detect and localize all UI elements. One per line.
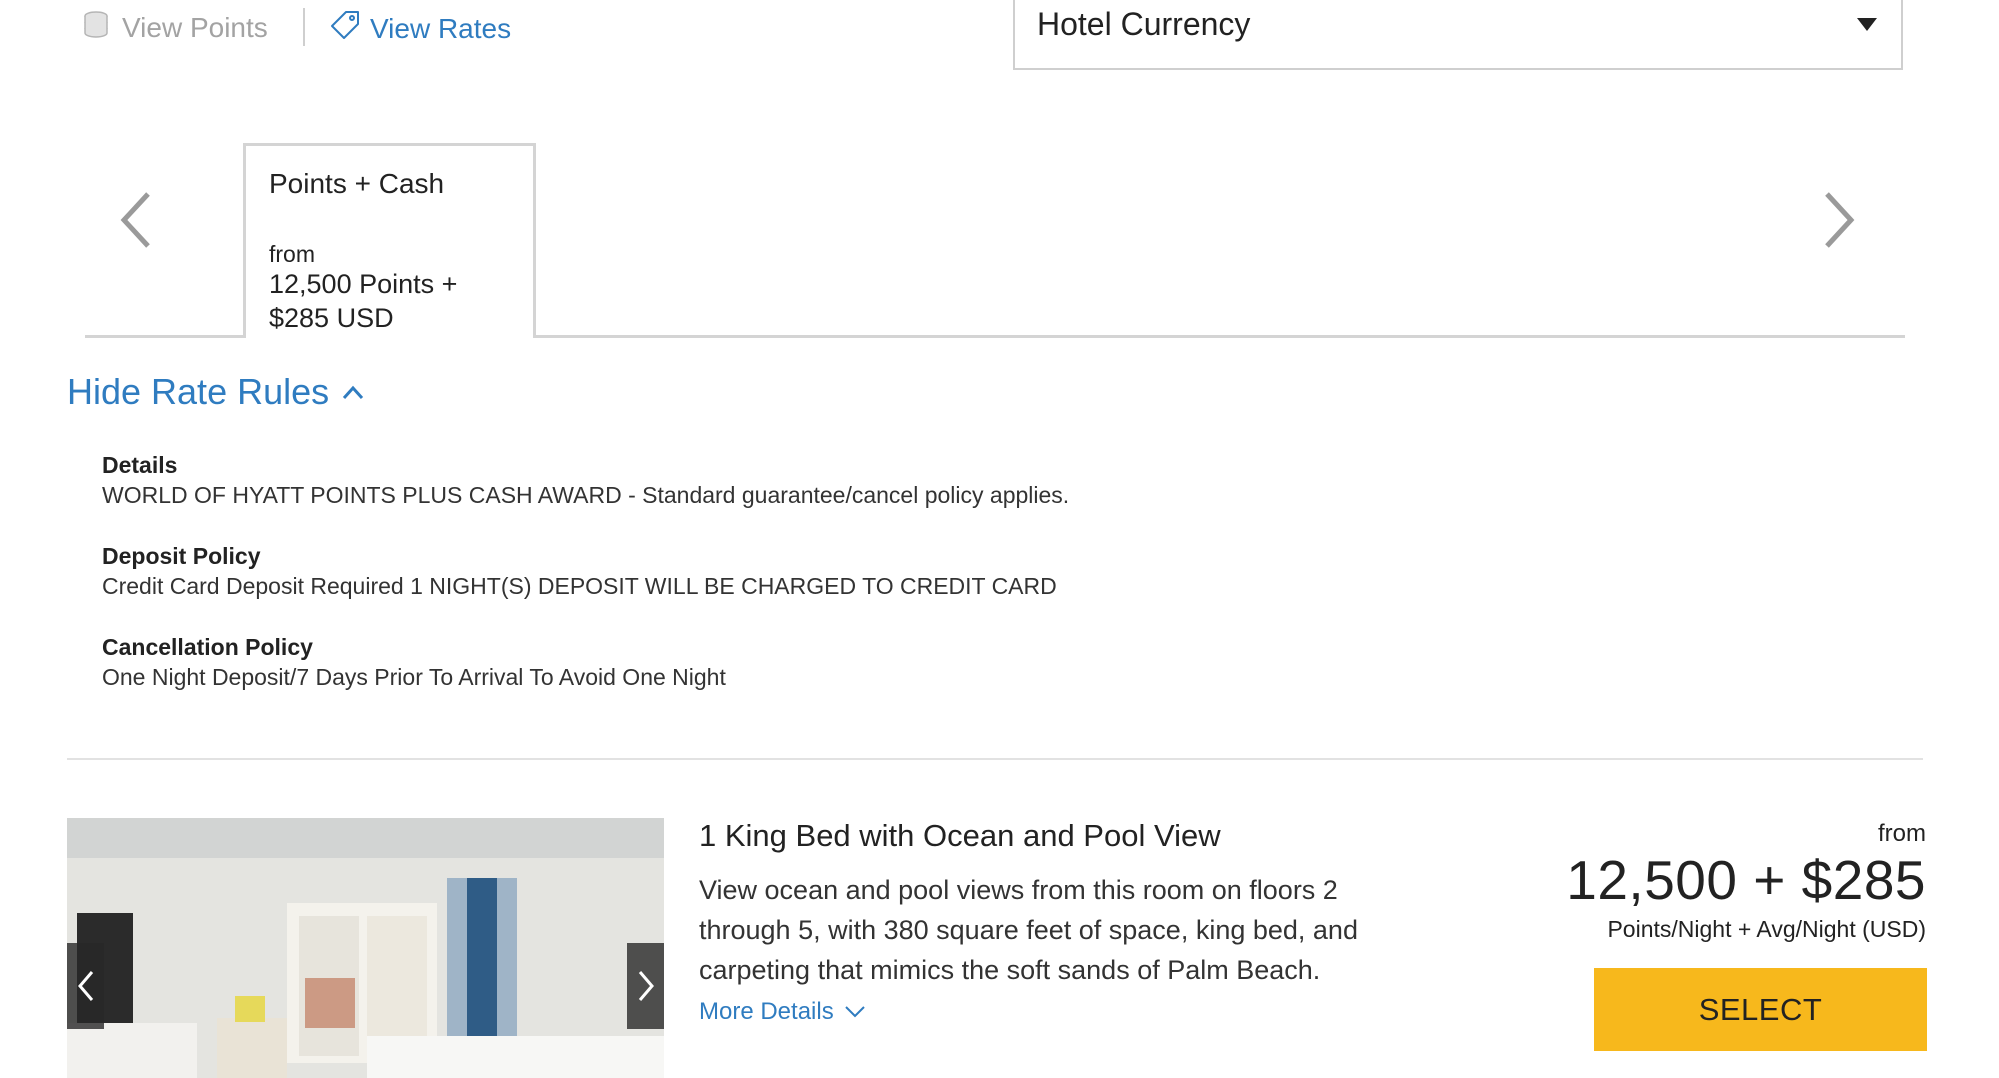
rate-rule-deposit-policy: Deposit Policy Credit Card Deposit Requi…: [102, 543, 1057, 600]
room-price: 12,500 + $285: [1566, 849, 1926, 911]
section-divider: [67, 758, 1923, 760]
rate-tab-title: Points + Cash: [269, 168, 445, 199]
photo-next-button[interactable]: [627, 943, 664, 1029]
hide-rate-rules-label: Hide Rate Rules: [67, 371, 330, 412]
chevron-left-icon: [120, 192, 150, 248]
rate-tab-amount: 12,500 Points + $285 USD: [269, 269, 458, 333]
view-points-label: View Points: [122, 11, 268, 43]
rate-tab-from-label: from: [269, 241, 315, 267]
select-room-button[interactable]: SELECT: [1594, 968, 1927, 1051]
chevron-right-icon: [638, 971, 654, 1001]
caret-down-icon: [1857, 18, 1877, 31]
chevron-up-icon: [343, 385, 364, 400]
rate-rule-text: WORLD OF HYATT POINTS PLUS CASH AWARD - …: [102, 482, 1070, 508]
rate-rule-title: Cancellation Policy: [102, 634, 313, 660]
chevron-down-icon: [845, 1006, 865, 1018]
room-title: 1 King Bed with Ocean and Pool View: [699, 818, 1221, 853]
price-from-label: from: [1878, 820, 1926, 847]
coins-icon: [82, 8, 114, 47]
rate-tabs-prev-button[interactable]: [118, 190, 152, 255]
rate-rule-text: One Night Deposit/7 Days Prior To Arriva…: [102, 664, 726, 690]
photo-prev-button[interactable]: [67, 943, 104, 1029]
rate-rule-title: Details: [102, 452, 178, 478]
rate-rule-details: Details WORLD OF HYATT POINTS PLUS CASH …: [102, 452, 1069, 509]
view-points-toggle[interactable]: View Points: [82, 8, 268, 47]
room-description: View ocean and pool views from this room…: [699, 875, 1358, 985]
view-rates-toggle[interactable]: View Rates: [328, 8, 511, 49]
currency-select[interactable]: Hotel Currency: [1013, 0, 1903, 70]
more-details-link[interactable]: More Details: [699, 998, 866, 1026]
rate-rule-cancellation-policy: Cancellation Policy One Night Deposit/7 …: [102, 634, 726, 691]
chevron-left-icon: [77, 971, 93, 1001]
price-caption: Points/Night + Avg/Night (USD): [1607, 916, 1926, 942]
rate-rule-title: Deposit Policy: [102, 543, 261, 569]
tag-icon: [328, 8, 362, 49]
chevron-right-icon: [1825, 192, 1855, 248]
rate-tabs-next-button[interactable]: [1823, 190, 1857, 255]
toggle-divider: [303, 8, 305, 46]
currency-selected-value: Hotel Currency: [1037, 6, 1251, 42]
room-photo: [67, 818, 664, 1078]
hide-rate-rules-toggle[interactable]: Hide Rate Rules: [67, 371, 365, 413]
more-details-label: More Details: [699, 998, 834, 1025]
rate-tab-points-cash[interactable]: Points + Cash from 12,500 Points + $285 …: [243, 143, 536, 338]
rate-rule-text: Credit Card Deposit Required 1 NIGHT(S) …: [102, 573, 1057, 599]
view-rates-label: View Rates: [370, 12, 512, 44]
